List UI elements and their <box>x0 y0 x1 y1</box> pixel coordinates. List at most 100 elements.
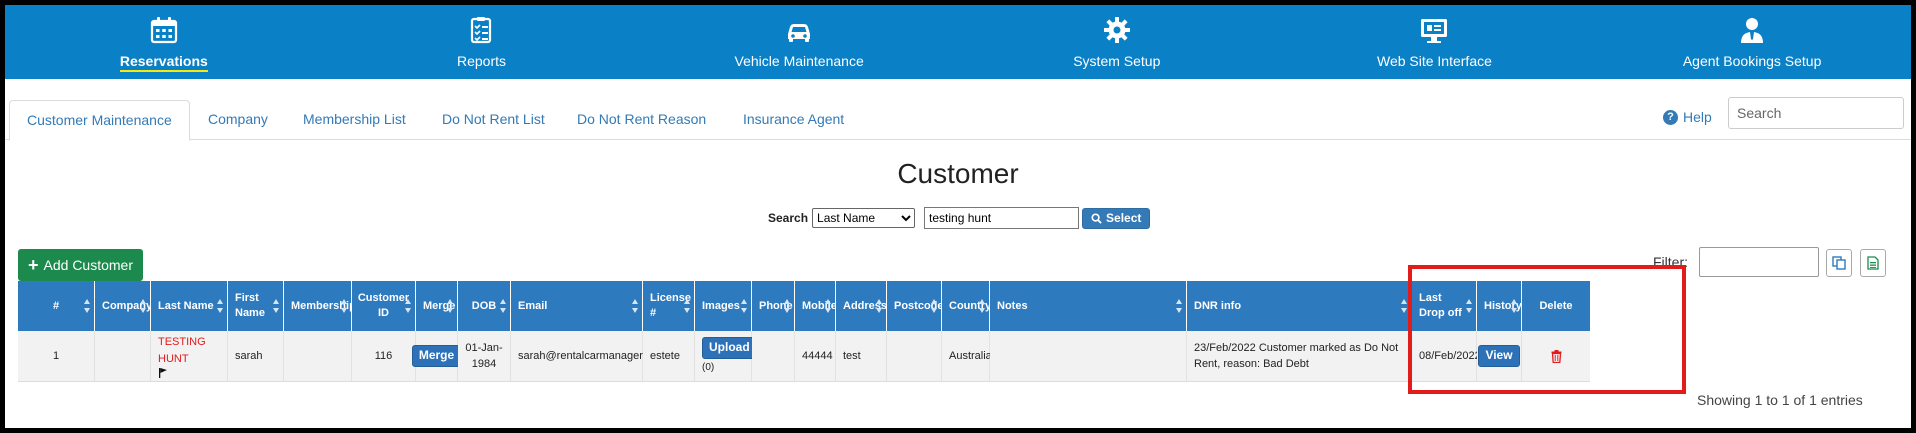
col-header-postcode[interactable]: Postcode <box>887 281 944 331</box>
cell-customer-id: 116 <box>352 331 416 382</box>
page-title: Customer <box>897 158 1019 189</box>
tab-customer-maintenance[interactable]: Customer Maintenance <box>9 100 190 141</box>
col-header-membership[interactable]: Membership <box>284 281 356 331</box>
col-header-label: Last Drop off <box>1419 292 1462 319</box>
col-header-notes[interactable]: Notes <box>990 281 1187 331</box>
nav-label: Vehicle Maintenance <box>734 53 864 69</box>
sort-icon <box>140 299 147 313</box>
nav-vehicle-maintenance[interactable]: Vehicle Maintenance <box>640 5 958 79</box>
col-header-label: First Name <box>235 292 265 319</box>
trash-icon[interactable] <box>1551 349 1562 363</box>
help-link[interactable]: ? Help <box>1663 105 1712 129</box>
sort-icon <box>784 299 791 313</box>
help-label: Help <box>1683 109 1712 125</box>
gear-icon <box>1103 17 1130 43</box>
search-value-input[interactable] <box>924 207 1080 229</box>
sort-icon <box>500 299 507 313</box>
cell-delete <box>1522 331 1590 382</box>
table-info: Showing 1 to 1 of 1 entries <box>1697 392 1863 408</box>
sort-icon <box>1401 299 1408 313</box>
sort-icon <box>684 299 691 313</box>
cell-email: sarah@rentalcarmanager.com <box>511 331 666 382</box>
sort-icon <box>1466 299 1473 313</box>
sort-icon <box>979 299 986 313</box>
nav-label: Web Site Interface <box>1376 53 1492 69</box>
add-customer-button[interactable]: + Add Customer <box>18 249 143 281</box>
col-header-label: Last Name <box>158 299 214 312</box>
col-header-label: Images <box>702 299 740 312</box>
customer-table: # Company Last Name First Name Membershi… <box>18 281 1891 385</box>
sort-icon <box>447 299 454 313</box>
tab-company[interactable]: Company <box>191 100 285 140</box>
cell-postcode <box>887 331 942 382</box>
search-label: Search <box>768 211 809 225</box>
cell-merge: Merge <box>411 331 462 382</box>
car-icon <box>788 24 811 42</box>
sort-icon <box>1511 299 1518 313</box>
cell-history: View <box>1477 331 1522 382</box>
sort-icon <box>931 299 938 313</box>
col-header-country[interactable]: Country <box>942 281 991 331</box>
col-header-label: DOB <box>471 299 497 312</box>
col-header-email[interactable]: Email <box>511 281 643 331</box>
tab-membership-list[interactable]: Membership List <box>286 100 423 140</box>
cell-membership <box>284 331 352 382</box>
agent-icon <box>1741 18 1764 43</box>
tab-insurance-agent[interactable]: Insurance Agent <box>726 100 861 140</box>
cell-phone <box>752 331 795 382</box>
sort-icon <box>217 299 224 313</box>
spreadsheet-icon <box>1867 256 1879 270</box>
sort-icon <box>876 299 883 313</box>
excel-export-button[interactable] <box>1860 249 1886 277</box>
cell-dnr-info: 23/Feb/2022 Customer marked as Do Not Re… <box>1187 331 1412 382</box>
merge-button[interactable]: Merge <box>411 345 462 367</box>
tab-do-not-rent-reason[interactable]: Do Not Rent Reason <box>560 100 723 140</box>
col-header-company[interactable]: Company <box>95 281 152 331</box>
sort-icon <box>741 299 748 313</box>
filter-input[interactable] <box>1699 247 1819 277</box>
nav-web-site-interface[interactable]: Web Site Interface <box>1276 5 1594 79</box>
col-header-dob[interactable]: DOB <box>458 281 511 331</box>
nav-label: Agent Bookings Setup <box>1682 53 1822 69</box>
nav-reservations[interactable]: Reservations <box>5 5 323 79</box>
nav-agent-bookings-setup[interactable]: Agent Bookings Setup <box>1593 5 1911 79</box>
nav-reports[interactable]: Reports <box>323 5 641 79</box>
col-header-license[interactable]: License # <box>643 281 695 331</box>
col-header-images[interactable]: Images <box>695 281 752 331</box>
col-header-label: # <box>52 299 60 312</box>
col-header-phone[interactable]: Phone <box>752 281 795 331</box>
copy-button[interactable] <box>1826 249 1852 277</box>
nav-system-setup[interactable]: System Setup <box>958 5 1276 79</box>
search-field-select[interactable]: Last Name <box>812 208 916 228</box>
col-header-customer-id[interactable]: Customer ID <box>352 281 416 331</box>
cell-notes <box>990 331 1187 382</box>
select-button[interactable]: Select <box>1082 207 1151 229</box>
view-history-button[interactable]: View <box>1478 345 1520 367</box>
cell-dob: 01-Jan-1984 <box>458 331 511 382</box>
cell-country: Australia <box>942 331 992 382</box>
col-header-first-name[interactable]: First Name <box>228 281 284 331</box>
col-header-history[interactable]: History <box>1477 281 1522 331</box>
col-header-mobile[interactable]: Mobile <box>795 281 837 331</box>
cell-number: 1 <box>18 331 95 382</box>
col-header-number[interactable]: # <box>18 281 95 331</box>
images-count: (0) <box>702 361 715 373</box>
checklist-icon <box>471 17 492 44</box>
col-header-label: Notes <box>997 299 1028 312</box>
col-header-last-name[interactable]: Last Name <box>151 281 228 331</box>
col-header-merge[interactable]: Merge <box>416 281 458 331</box>
plus-icon: + <box>28 255 39 275</box>
last-name-value: TESTING HUNT <box>158 336 206 365</box>
top-search-input[interactable] <box>1728 97 1904 129</box>
top-nav: Reservations Reports Vehicle Maintenance <box>5 5 1911 79</box>
cell-images: Upload (0) <box>695 331 757 382</box>
cell-last-drop-off: 08/Feb/2022 <box>1412 331 1481 382</box>
col-header-dnr-info[interactable]: DNR info <box>1187 281 1412 331</box>
sort-icon <box>825 299 832 313</box>
upload-button[interactable]: Upload <box>702 337 757 359</box>
filter-label: Filter: <box>1653 254 1688 270</box>
tab-bar: Customer Maintenance Company Membership … <box>5 95 1911 141</box>
col-header-last-drop-off[interactable]: Last Drop off <box>1412 281 1477 331</box>
tab-do-not-rent-list[interactable]: Do Not Rent List <box>425 100 562 140</box>
col-header-address[interactable]: Address <box>836 281 887 331</box>
